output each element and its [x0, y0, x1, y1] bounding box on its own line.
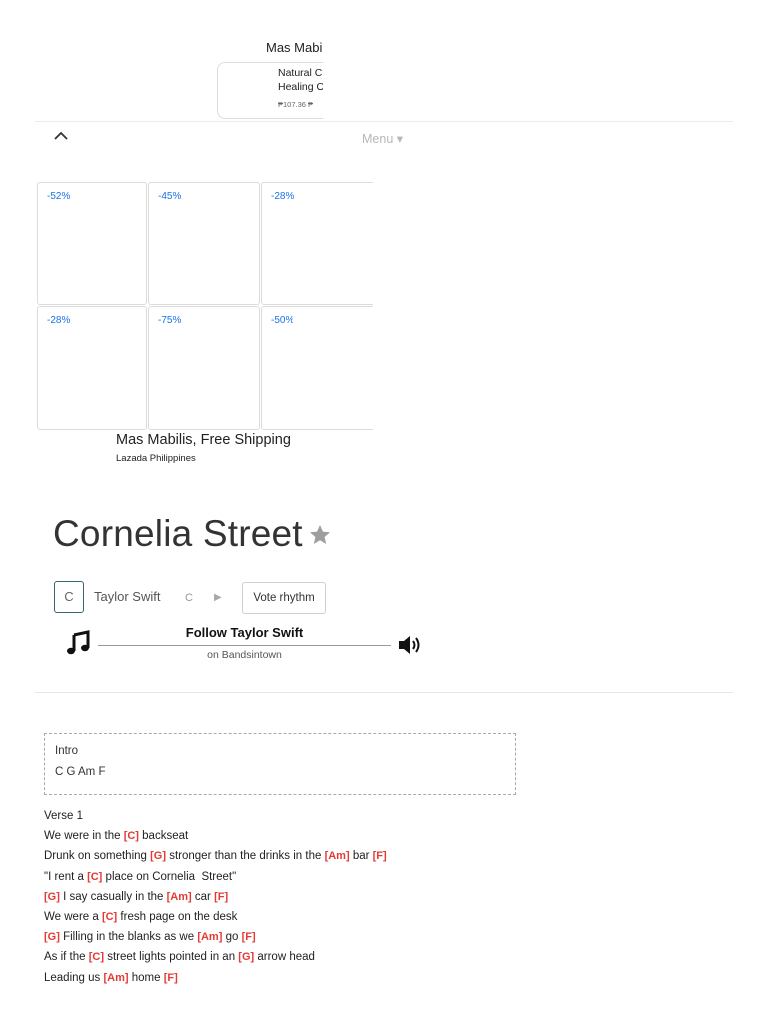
chord[interactable]: [F]: [214, 891, 228, 903]
bandsintown-label: on Bandsintown: [207, 649, 282, 661]
lyric-line: Leading us [Am] home [F]: [44, 968, 544, 988]
ad-headline[interactable]: Mas Mabilis, Free Shipping: [116, 432, 294, 448]
top-ad-product-line2: Healing Oil: [278, 81, 323, 93]
discount-label: -52%: [47, 191, 71, 202]
artist-link[interactable]: Taylor Swift: [94, 589, 160, 604]
lyric-text: place on Cornelia Street": [102, 870, 237, 883]
lyric-line: We were a [C] fresh page on the desk: [44, 907, 544, 927]
lyric-text: street lights pointed in an: [104, 951, 239, 964]
chord[interactable]: [C]: [124, 830, 139, 842]
lyric-line: [G] Filling in the blanks as we [Am] go …: [44, 927, 544, 947]
play-icon[interactable]: ▶: [214, 592, 222, 603]
intro-chords: C G Am F: [55, 766, 106, 778]
lyric-line: Drunk on something [G] stronger than the…: [44, 846, 544, 866]
vote-rhythm-button[interactable]: Vote rhythm: [242, 582, 326, 614]
lyric-text: home: [128, 971, 164, 984]
lyrics-lines: We were in the [C] backseat Drunk on some…: [44, 826, 544, 988]
chord[interactable]: [G]: [150, 850, 166, 862]
lyric-text: car: [191, 890, 215, 903]
speaker-icon[interactable]: [397, 634, 423, 656]
top-ad-card[interactable]: Natural Cure Healing Oil ₱107.36 ₱: [217, 62, 323, 119]
lyric-text: We were in the: [44, 830, 124, 843]
lyric-text: As if the: [44, 951, 89, 964]
chevron-up-icon[interactable]: [51, 126, 71, 146]
ad-product-tile[interactable]: -28%: [261, 182, 373, 305]
lyric-text: Filling in the blanks as we: [59, 931, 198, 944]
product-grid-ad: -52% -45% -28% -28% -75% -50%: [37, 182, 373, 430]
chord[interactable]: [Am]: [167, 891, 192, 903]
lyric-text: "I rent a: [44, 870, 88, 883]
verse-label: Verse 1: [44, 810, 83, 822]
lyric-text: stronger than the drinks in the: [166, 850, 325, 863]
chord[interactable]: [C]: [89, 951, 104, 963]
chord[interactable]: [G]: [44, 891, 60, 903]
top-ad-product-line1: Natural Cure: [278, 67, 323, 79]
song-key: C: [185, 592, 193, 604]
lyric-text: arrow head: [254, 951, 315, 964]
ad-source: Lazada Philippines: [116, 453, 196, 464]
chord[interactable]: [F]: [242, 931, 256, 943]
ad-product-tile[interactable]: -50%: [261, 306, 373, 430]
lyric-line: As if the [C] street lights pointed in a…: [44, 947, 544, 967]
chord[interactable]: [Am]: [325, 850, 350, 862]
chord[interactable]: [C]: [102, 911, 117, 923]
top-ad-title[interactable]: Mas Mabilis, Free Shipping: [266, 40, 323, 58]
discount-label: -28%: [47, 315, 71, 326]
chord[interactable]: [F]: [373, 850, 387, 862]
section-divider: [35, 692, 733, 693]
lyric-line: [G] I say casually in the [Am] car [F]: [44, 887, 544, 907]
lyric-text: We were a: [44, 910, 102, 923]
intro-label: Intro: [55, 745, 79, 757]
lyric-line: "I rent a [C] place on Cornelia Street": [44, 867, 544, 887]
page-title: Cornelia Street: [53, 513, 303, 554]
lyric-text: go: [222, 931, 242, 944]
lyric-text: fresh page on the desk: [117, 910, 238, 923]
ad-product-tile[interactable]: -75%: [148, 306, 260, 430]
lyric-line: We were in the [C] backseat: [44, 826, 544, 846]
chord[interactable]: [G]: [44, 931, 60, 943]
key-selector-button[interactable]: C: [54, 581, 84, 613]
star-icon[interactable]: [308, 523, 332, 547]
chord[interactable]: [G]: [238, 951, 254, 963]
discount-label: -28%: [271, 191, 295, 202]
chord[interactable]: [Am]: [197, 931, 222, 943]
menu-dropdown-button[interactable]: Menu ▾: [362, 131, 403, 146]
intro-block: Intro C G Am F: [44, 733, 516, 795]
verse-block: Verse 1 We were in the [C] backseat Drunk…: [44, 806, 544, 988]
chord[interactable]: [F]: [164, 972, 178, 984]
lyric-text: backseat: [138, 830, 189, 843]
chord[interactable]: [C]: [87, 871, 102, 883]
follow-artist-button[interactable]: Follow Taylor Swift: [98, 625, 391, 640]
ad-product-tile[interactable]: -52%: [37, 182, 147, 305]
ad-product-tile[interactable]: -28%: [37, 306, 147, 430]
discount-label: -50%: [271, 315, 293, 326]
chord[interactable]: [Am]: [103, 972, 128, 984]
lyric-text: bar: [349, 850, 373, 863]
nav-bar: Menu ▾: [35, 121, 733, 153]
music-note-icon: [66, 630, 92, 656]
discount-label: -45%: [158, 191, 182, 202]
discount-label: -75%: [158, 315, 182, 326]
lyric-text: Drunk on something: [44, 850, 151, 863]
lyric-text: I say casually in the: [59, 890, 167, 903]
divider: [98, 645, 391, 646]
ad-product-tile[interactable]: -45%: [148, 182, 260, 305]
top-ad-price: ₱107.36 ₱: [278, 100, 314, 109]
lyric-text: Leading us: [44, 971, 104, 984]
